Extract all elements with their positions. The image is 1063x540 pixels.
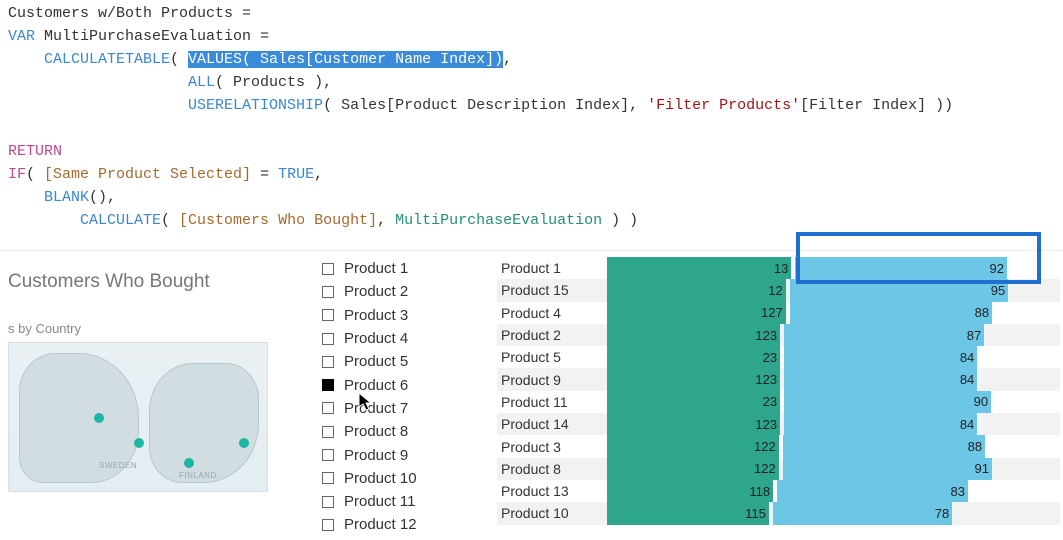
bar-category-label: Product 14 (497, 413, 607, 435)
slicer-item[interactable]: Product 1 (322, 257, 482, 280)
bar-row[interactable]: Product 212387 (497, 324, 1060, 346)
slicer-item-label: Product 4 (344, 330, 408, 347)
slicer-item[interactable]: Product 11 (322, 490, 482, 513)
bar-row[interactable]: Product 912384 (497, 368, 1060, 390)
bar-row[interactable]: Product 312288 (497, 435, 1060, 457)
bar-series-a[interactable]: 123 (607, 324, 780, 346)
bar-series-a[interactable]: 13 (607, 257, 791, 279)
checkbox-icon[interactable] (322, 356, 334, 368)
checkbox-icon[interactable] (322, 496, 334, 508)
bar-category-label: Product 10 (497, 502, 607, 524)
bar-category-label: Product 9 (497, 368, 607, 390)
checkbox-icon[interactable] (322, 263, 334, 275)
bar-category-label: Product 5 (497, 346, 607, 368)
bar-category-label: Product 2 (497, 324, 607, 346)
slicer-item[interactable]: Product 9 (322, 443, 482, 466)
slicer-item[interactable]: Product 10 (322, 467, 482, 490)
bar-series-a[interactable]: 127 (607, 302, 786, 324)
bar-category-label: Product 3 (497, 435, 607, 457)
bar-category-label: Product 1 (497, 257, 607, 279)
left-panel: Customers Who Bought s by Country SWEDEN… (0, 251, 320, 540)
bar-row[interactable]: Product 52384 (497, 346, 1060, 368)
map-label: FINLAND (179, 471, 217, 480)
bar-series-b[interactable]: 90 (784, 391, 991, 413)
bar-series-b[interactable]: 88 (790, 302, 992, 324)
checkbox-icon[interactable] (322, 402, 334, 414)
checkbox-icon[interactable] (322, 426, 334, 438)
bar-row[interactable]: Product 151295 (497, 279, 1060, 301)
slicer-item-label: Product 10 (344, 470, 417, 487)
bar-series-b[interactable]: 95 (790, 279, 1009, 301)
slicer-item-label: Product 5 (344, 353, 408, 370)
bar-row[interactable]: Product 11392 (497, 257, 1060, 279)
bar-series-b[interactable]: 84 (784, 413, 977, 435)
bar-category-label: Product 15 (497, 279, 607, 301)
dax-formula-editor[interactable]: Customers w/Both Products = VAR MultiPur… (0, 0, 1063, 250)
bar-category-label: Product 8 (497, 458, 607, 480)
slicer-item[interactable]: Product 2 (322, 280, 482, 303)
bar-category-label: Product 4 (497, 302, 607, 324)
checkbox-icon[interactable] (322, 449, 334, 461)
slicer-item-label: Product 9 (344, 447, 408, 464)
map-dot[interactable] (94, 413, 104, 423)
map-label: SWEDEN (99, 461, 137, 470)
bar-row[interactable]: Product 412788 (497, 302, 1060, 324)
checkbox-icon[interactable] (322, 379, 334, 391)
bar-category-label: Product 13 (497, 480, 607, 502)
card-title: Customers Who Bought (8, 271, 320, 293)
bar-series-a[interactable]: 118 (607, 480, 773, 502)
bar-chart[interactable]: Product 11392Product 151295Product 41278… (497, 257, 1060, 525)
bar-series-a[interactable]: 122 (607, 435, 779, 457)
map-dot[interactable] (239, 438, 249, 448)
bar-row[interactable]: Product 1311883 (497, 480, 1060, 502)
checkbox-icon[interactable] (322, 333, 334, 345)
slicer-item[interactable]: Product 5 (322, 350, 482, 373)
checkbox-icon[interactable] (322, 309, 334, 321)
slicer-item[interactable]: Product 6 (322, 373, 482, 396)
bar-row[interactable]: Product 812291 (497, 458, 1060, 480)
product-slicer[interactable]: Product 1 Product 2 Product 3 Product 4 Prod… (322, 257, 482, 537)
bar-series-b[interactable]: 78 (773, 502, 952, 524)
bar-row[interactable]: Product 1011578 (497, 502, 1060, 524)
bar-series-a[interactable]: 23 (607, 391, 780, 413)
bar-row[interactable]: Product 112390 (497, 391, 1060, 413)
bar-series-b[interactable]: 88 (783, 435, 985, 457)
slicer-item-label: Product 7 (344, 400, 408, 417)
slicer-item-label: Product 1 (344, 260, 408, 277)
bar-row[interactable]: Product 1412384 (497, 413, 1060, 435)
bar-series-b[interactable]: 83 (777, 480, 968, 502)
slicer-item-label: Product 8 (344, 423, 408, 440)
bar-series-b[interactable]: 84 (784, 346, 977, 368)
slicer-item[interactable]: Product 7 (322, 397, 482, 420)
bar-series-b[interactable]: 84 (784, 368, 977, 390)
map-dot[interactable] (184, 458, 194, 468)
bar-series-b[interactable]: 87 (784, 324, 984, 346)
bar-series-b[interactable]: 91 (783, 458, 992, 480)
bar-series-a[interactable]: 23 (607, 346, 780, 368)
bar-series-a[interactable]: 12 (607, 279, 786, 301)
slicer-item-label: Product 11 (344, 493, 415, 510)
bar-series-a[interactable]: 123 (607, 368, 780, 390)
map-dot[interactable] (134, 438, 144, 448)
slicer-item[interactable]: Product 3 (322, 304, 482, 327)
slicer-item[interactable]: Product 12 (322, 513, 482, 536)
slicer-item[interactable]: Product 8 (322, 420, 482, 443)
selected-text: VALUES( Sales[Customer Name Index]) (188, 51, 503, 68)
slicer-item-label: Product 3 (344, 307, 408, 324)
bar-category-label: Product 11 (497, 391, 607, 413)
slicer-item-label: Product 2 (344, 283, 408, 300)
bar-series-a[interactable]: 122 (607, 458, 779, 480)
checkbox-icon[interactable] (322, 286, 334, 298)
bar-series-b[interactable]: 92 (795, 257, 1007, 279)
report-canvas: Customers Who Bought s by Country SWEDEN… (0, 250, 1063, 540)
map-title-fragment: s by Country (8, 321, 320, 336)
bar-series-a[interactable]: 115 (607, 502, 769, 524)
map-visual[interactable]: SWEDEN FINLAND (8, 342, 268, 492)
slicer-item[interactable]: Product 4 (322, 327, 482, 350)
checkbox-icon[interactable] (322, 472, 334, 484)
slicer-item-label: Product 12 (344, 516, 417, 533)
bar-series-a[interactable]: 123 (607, 413, 780, 435)
slicer-item-label: Product 6 (344, 377, 408, 394)
